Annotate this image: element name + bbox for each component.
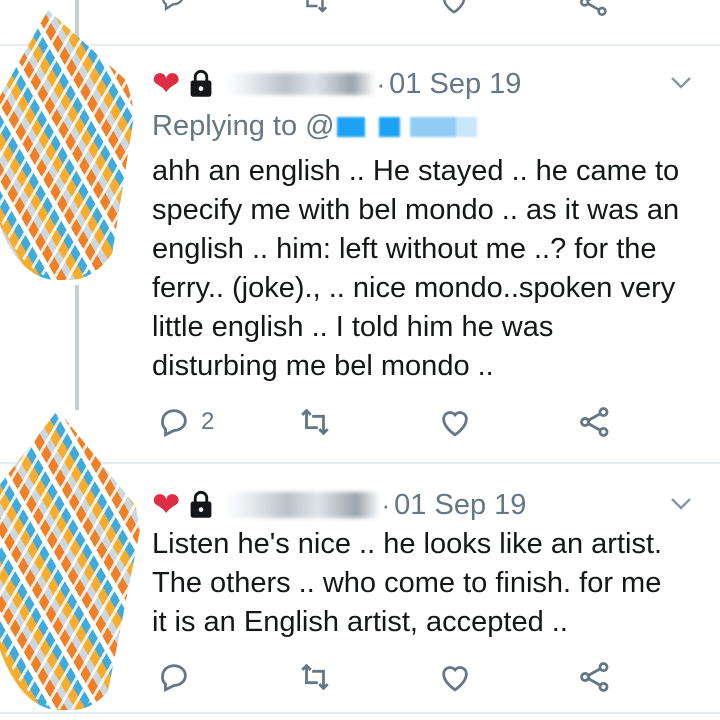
retweet-button[interactable] <box>298 660 332 694</box>
retweet-icon[interactable] <box>298 0 332 16</box>
avatar[interactable] <box>0 10 138 280</box>
replying-to-label: Replying to @ <box>152 110 335 142</box>
reply-button[interactable]: 2 <box>157 405 214 439</box>
heart-emoji-icon: ❤ <box>152 486 181 524</box>
chevron-down-icon[interactable] <box>670 491 692 517</box>
replying-to-handle-blurred[interactable] <box>336 116 477 137</box>
tweet-header: ❤ · 01 Sep 19 <box>152 485 526 525</box>
like-button[interactable] <box>438 405 472 439</box>
divider <box>0 712 720 714</box>
lock-icon <box>190 69 211 97</box>
retweet-icon <box>301 408 329 436</box>
like-icon <box>442 411 468 437</box>
like-icon <box>442 666 468 692</box>
tweet-text: ahh an english .. He stayed .. he came t… <box>152 155 680 382</box>
tweet-date[interactable]: 01 Sep 19 <box>394 489 526 522</box>
heart-emoji-icon: ❤ <box>152 65 181 103</box>
tweet-date[interactable]: 01 Sep 19 <box>389 68 521 101</box>
chevron-down-icon[interactable] <box>670 70 692 96</box>
dot-separator: · <box>376 68 386 99</box>
user-name-blurred[interactable] <box>224 73 375 95</box>
reply-button[interactable] <box>157 660 191 694</box>
like-icon[interactable] <box>438 0 470 16</box>
tweet-header: ❤ · 01 Sep 19 <box>152 64 521 104</box>
tweet-text: Listen he's nice .. he looks like an art… <box>152 528 663 638</box>
divider <box>0 462 720 464</box>
reply-icon <box>161 409 187 438</box>
thread-line-middle <box>75 285 79 410</box>
retweet-icon <box>301 663 329 691</box>
user-name-blurred[interactable] <box>224 492 380 518</box>
reply-icon <box>161 664 187 693</box>
reply-icon[interactable] <box>157 0 189 16</box>
dot-separator: · <box>381 489 391 520</box>
share-icon <box>580 662 609 692</box>
retweet-button[interactable] <box>298 405 332 439</box>
reply-count: 2 <box>201 408 215 435</box>
like-button[interactable] <box>438 660 472 694</box>
share-icon <box>580 407 609 437</box>
divider <box>0 44 720 46</box>
lock-icon <box>190 490 211 518</box>
share-icon[interactable] <box>578 0 610 18</box>
avatar[interactable] <box>0 410 143 710</box>
replying-to: Replying to @ <box>152 110 477 143</box>
share-button[interactable] <box>578 405 612 439</box>
share-button[interactable] <box>578 660 612 694</box>
